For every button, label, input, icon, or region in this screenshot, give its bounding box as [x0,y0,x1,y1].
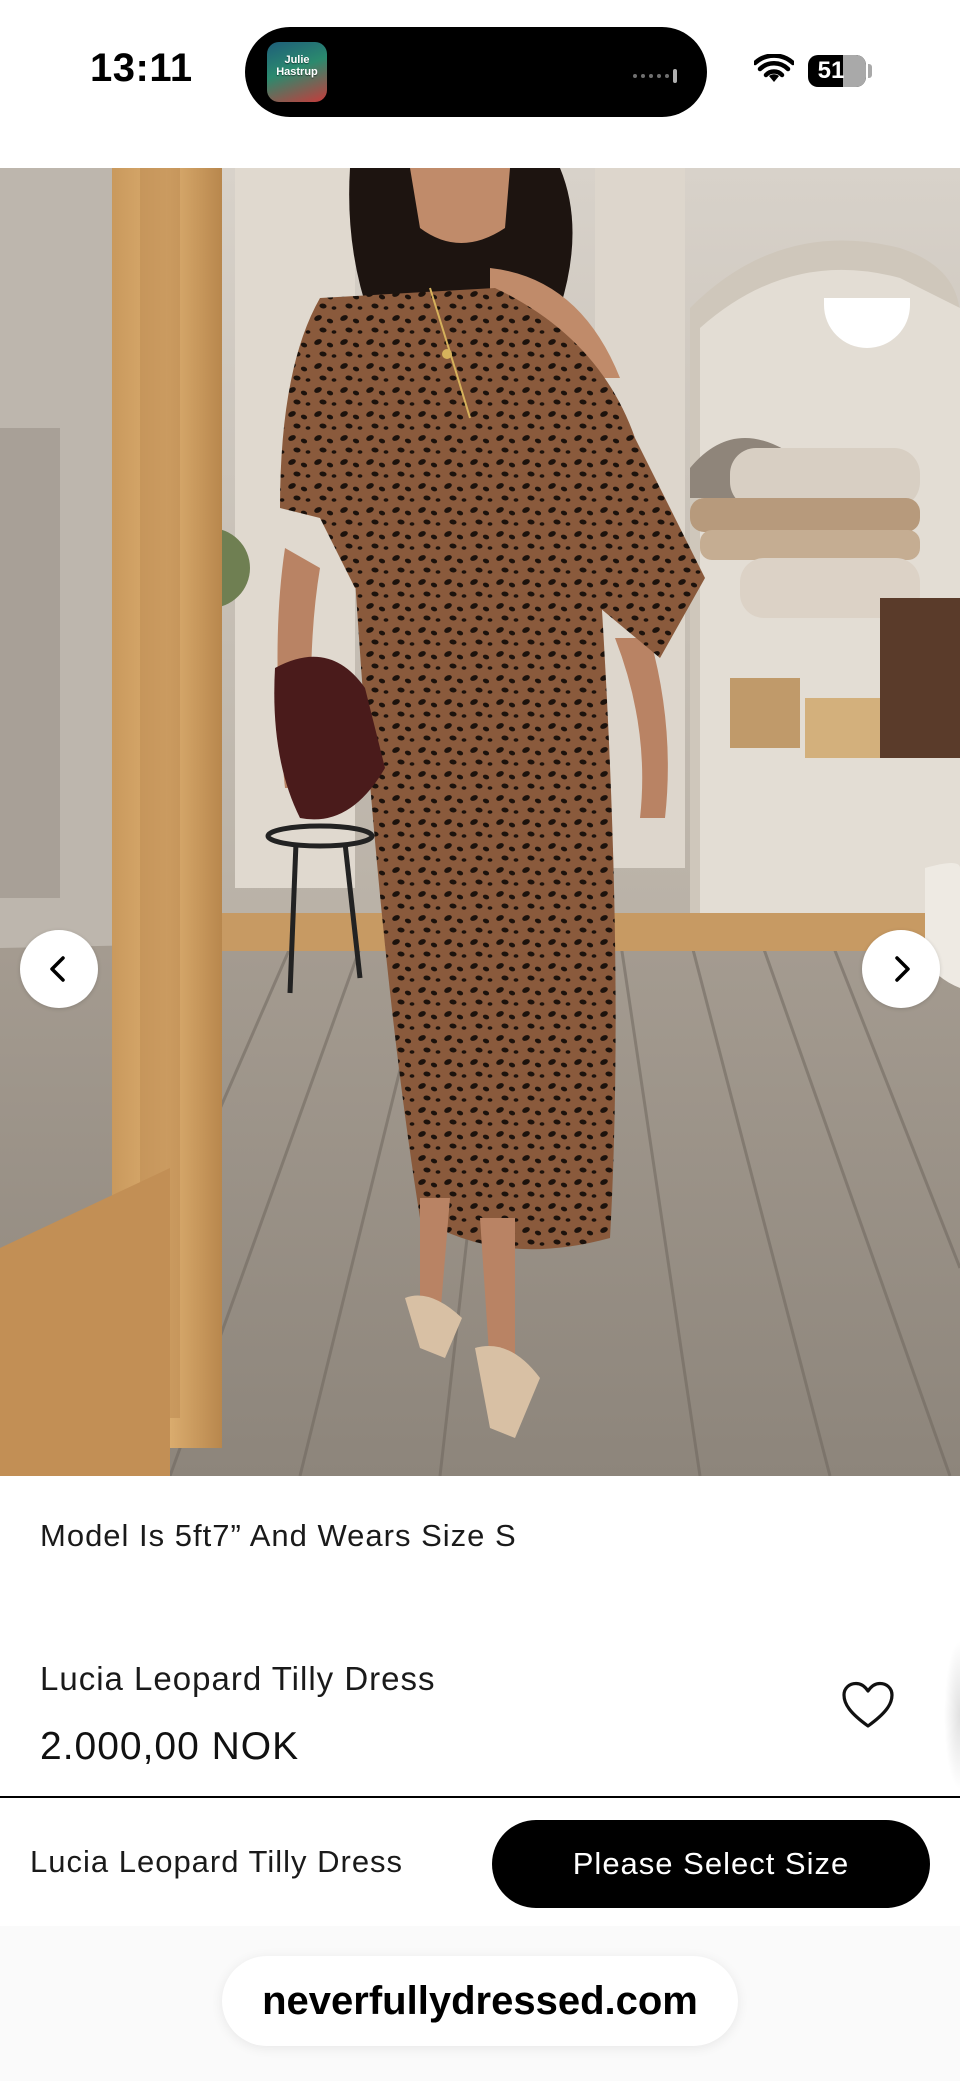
product-photo [0,168,960,1476]
select-size-button[interactable]: Please Select Size [492,1820,930,1908]
wishlist-button[interactable] [840,1680,896,1732]
status-bar: 13:11 Julie Hastrup 51 [0,0,960,168]
audio-level-icon [633,67,677,83]
dynamic-island[interactable]: Julie Hastrup [245,27,707,117]
product-page: 13:11 Julie Hastrup 51 Model Is 5ft7” An… [0,0,960,2081]
model-size-note: Model Is 5ft7” And Wears Size S [40,1518,517,1553]
chevron-left-icon [50,956,65,982]
gallery-next-button[interactable] [862,930,940,1008]
edge-shadow [944,1640,960,1790]
battery-icon: 51 [808,55,866,87]
wifi-icon [754,54,794,82]
now-playing-art-text: Julie Hastrup [276,54,318,78]
status-time: 13:11 [90,46,193,90]
sticky-add-to-cart-bar: Lucia Leopard Tilly Dress Please Select … [0,1796,960,1926]
product-price: 2.000,00 NOK [40,1725,300,1768]
battery-nub [868,64,872,78]
product-image-gallery[interactable] [0,168,960,1476]
battery-percentage: 51 [817,57,845,84]
chevron-right-icon [895,956,910,982]
product-title: Lucia Leopard Tilly Dress [40,1660,436,1697]
browser-bottom-bar: neverfullydressed.com [0,1926,960,2081]
heart-icon [842,1681,894,1728]
sticky-product-title: Lucia Leopard Tilly Dress [30,1844,404,1879]
now-playing-artwork[interactable]: Julie Hastrup [267,42,327,102]
address-bar[interactable]: neverfullydressed.com [222,1956,738,2046]
gallery-prev-button[interactable] [20,930,98,1008]
